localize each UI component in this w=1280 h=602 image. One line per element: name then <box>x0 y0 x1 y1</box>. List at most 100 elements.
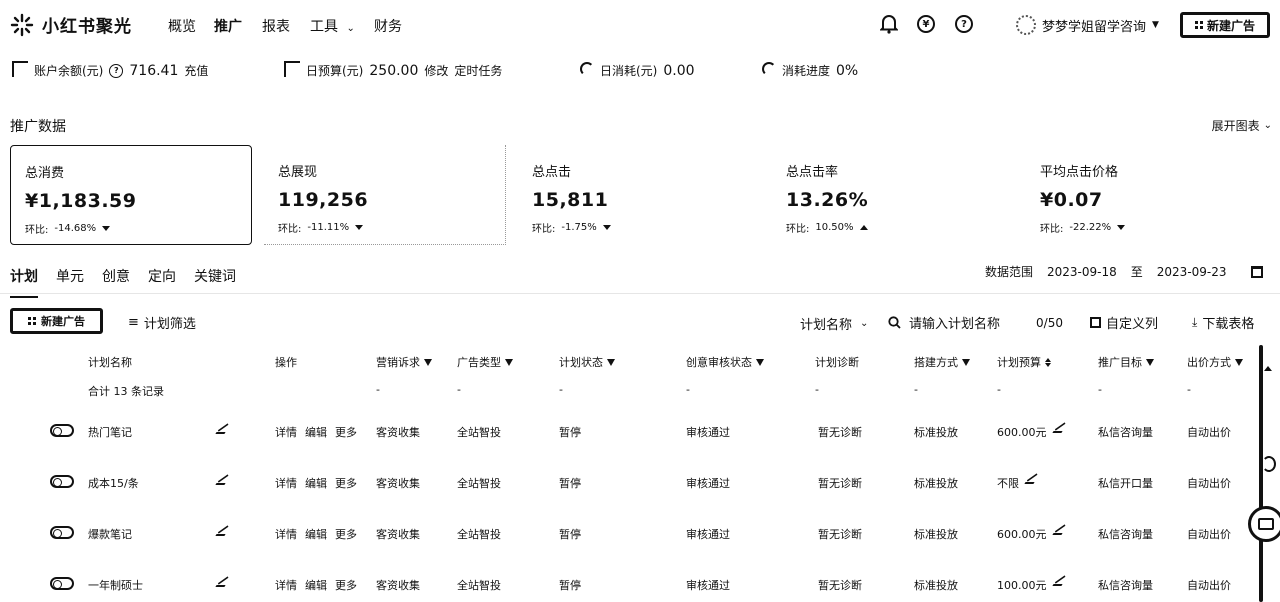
col-plan-status[interactable]: 计划状态 <box>559 354 615 370</box>
col-ad-type[interactable]: 广告类型 <box>457 354 513 370</box>
plan-status-toggle[interactable] <box>50 424 74 437</box>
edit-link[interactable]: 编辑 <box>305 526 327 542</box>
plan-status: 暂停 <box>559 426 581 439</box>
metric-total-spend[interactable]: 总消费 ¥1,183.59 环比: -14.68% <box>10 145 252 245</box>
plan-filter-button[interactable]: ≡ 计划筛选 <box>128 313 196 332</box>
daily-budget-label: 日预算(元) <box>306 64 364 78</box>
custom-columns-button[interactable]: 自定义列 <box>1090 313 1158 332</box>
tab-divider <box>0 293 1280 294</box>
modify-link[interactable]: 修改 <box>424 62 448 79</box>
col-label: 创意审核状态 <box>686 356 752 369</box>
plan-status-toggle[interactable] <box>50 526 74 539</box>
search-input[interactable]: 请输入计划名称 0/50 <box>888 313 1063 332</box>
marketing-demand: 客资收集 <box>376 477 420 490</box>
metric-value: 15,811 <box>532 189 609 211</box>
more-link[interactable]: 更多 <box>335 475 357 491</box>
bid-method: 自动出价 <box>1187 477 1231 490</box>
wallet-icon <box>12 60 28 77</box>
diagnosis: 暂无诊断 <box>818 579 862 592</box>
more-link[interactable]: 更多 <box>335 424 357 440</box>
plan-name[interactable]: 热门笔记 <box>88 424 132 440</box>
scroll-up-icon[interactable] <box>1264 366 1272 371</box>
edit-link[interactable]: 编辑 <box>305 475 327 491</box>
col-build-mode[interactable]: 搭建方式 <box>914 354 970 370</box>
edit-name-icon[interactable] <box>215 475 230 488</box>
table-header: 计划名称 操作 营销诉求 广告类型 计划状态 创意审核状态 计划诊断 搭建方式 … <box>0 354 1260 374</box>
plan-name[interactable]: 一年制硕士 <box>88 577 143 593</box>
plan-name[interactable]: 爆款笔记 <box>88 526 132 542</box>
bell-icon[interactable] <box>880 14 898 34</box>
detail-link[interactable]: 详情 <box>275 526 297 542</box>
new-ad-button[interactable]: 新建广告 <box>10 308 103 334</box>
metric-ctr[interactable]: 总点击率 13.26% 环比: 10.50% <box>772 145 1014 245</box>
edit-budget-icon[interactable] <box>1024 475 1039 484</box>
metric-avg-cpc[interactable]: 平均点击价格 ¥0.07 环比: -22.22% <box>1026 145 1268 245</box>
plan-name-select[interactable]: 计划名称 ⌄ <box>800 314 868 333</box>
filter-icon[interactable] <box>962 358 970 366</box>
filter-icon[interactable] <box>1146 358 1154 366</box>
expand-chart-button[interactable]: 展开图表 ⌄ <box>1212 117 1272 134</box>
edit-link[interactable]: 编辑 <box>305 424 327 440</box>
edit-name-icon[interactable] <box>215 577 230 590</box>
user-menu[interactable]: 梦梦学姐留学咨询 ▼ <box>1016 15 1159 35</box>
plan-name[interactable]: 成本15/条 <box>88 475 139 491</box>
recharge-link[interactable]: 充值 <box>184 62 208 79</box>
nav-overview[interactable]: 概览 <box>168 16 196 36</box>
date-start[interactable]: 2023-09-18 <box>1047 265 1117 279</box>
ad-type: 全站智投 <box>457 477 501 490</box>
edit-budget-icon[interactable] <box>1051 577 1067 586</box>
plan-status-toggle[interactable] <box>50 577 74 590</box>
brand-logo[interactable]: 小红书聚光 <box>10 12 132 37</box>
plan-status: 暂停 <box>559 579 581 592</box>
detail-link[interactable]: 详情 <box>275 577 297 593</box>
date-end[interactable]: 2023-09-23 <box>1157 265 1227 279</box>
timed-task-link[interactable]: 定时任务 <box>454 62 502 79</box>
filter-icon[interactable] <box>505 358 513 366</box>
filter-icon[interactable] <box>424 358 432 366</box>
col-marketing-demand[interactable]: 营销诉求 <box>376 354 432 370</box>
metric-clicks[interactable]: 总点击 15,811 环比: -1.75% <box>518 145 760 245</box>
edit-link[interactable]: 编辑 <box>305 577 327 593</box>
yen-icon[interactable]: ¥ <box>917 15 935 33</box>
plan-status-toggle[interactable] <box>50 475 74 488</box>
col-budget[interactable]: 计划预算 <box>997 354 1051 370</box>
nav-tools[interactable]: 工具 ⌄ <box>310 16 355 36</box>
custom-columns-label: 自定义列 <box>1106 317 1159 332</box>
detail-link[interactable]: 详情 <box>275 475 297 491</box>
info-icon[interactable]: ? <box>109 63 124 78</box>
review-status: 审核通过 <box>686 579 730 592</box>
col-label: 计划状态 <box>559 356 603 369</box>
marketing-demand: 客资收集 <box>376 579 420 592</box>
more-link[interactable]: 更多 <box>335 526 357 542</box>
guide-book-button[interactable] <box>1248 506 1280 542</box>
col-review-status[interactable]: 创意审核状态 <box>686 354 764 370</box>
build-mode: 标准投放 <box>914 528 958 541</box>
filter-icon[interactable] <box>607 358 615 366</box>
col-target[interactable]: 推广目标 <box>1098 354 1154 370</box>
filter-icon[interactable] <box>756 358 764 366</box>
edit-budget-icon[interactable] <box>1051 526 1067 535</box>
sort-icon[interactable] <box>1045 357 1051 367</box>
filter-icon[interactable] <box>1235 358 1243 366</box>
metric-impressions[interactable]: 总展现 119,256 环比: -11.11% <box>264 145 506 245</box>
nav-reports[interactable]: 报表 <box>262 16 290 36</box>
customer-service-icon[interactable] <box>1262 456 1276 472</box>
calendar-icon[interactable] <box>1250 265 1263 278</box>
help-icon[interactable]: ? <box>955 15 973 33</box>
download-button[interactable]: ⤓ 下载表格 <box>1192 313 1254 332</box>
col-bid-method[interactable]: 出价方式 <box>1187 354 1243 370</box>
metric-label: 总点击 <box>532 165 572 180</box>
new-ad-top-button[interactable]: 新建广告 <box>1180 12 1270 38</box>
more-link[interactable]: 更多 <box>335 577 357 593</box>
budget-cell: 不限 <box>997 475 1039 491</box>
edit-name-icon[interactable] <box>215 526 230 539</box>
edit-budget-icon[interactable] <box>1051 424 1067 433</box>
up-arrow-icon <box>859 225 868 230</box>
nav-promotion[interactable]: 推广 <box>214 16 242 36</box>
edit-name-icon[interactable] <box>215 424 230 437</box>
budget-value: 600.00元 <box>997 528 1047 541</box>
detail-link[interactable]: 详情 <box>275 424 297 440</box>
date-range-picker[interactable]: 数据范围 2023-09-18 至 2023-09-23 <box>985 263 1277 280</box>
vertical-scrollbar[interactable] <box>1259 345 1263 602</box>
nav-finance[interactable]: 财务 <box>374 16 402 36</box>
